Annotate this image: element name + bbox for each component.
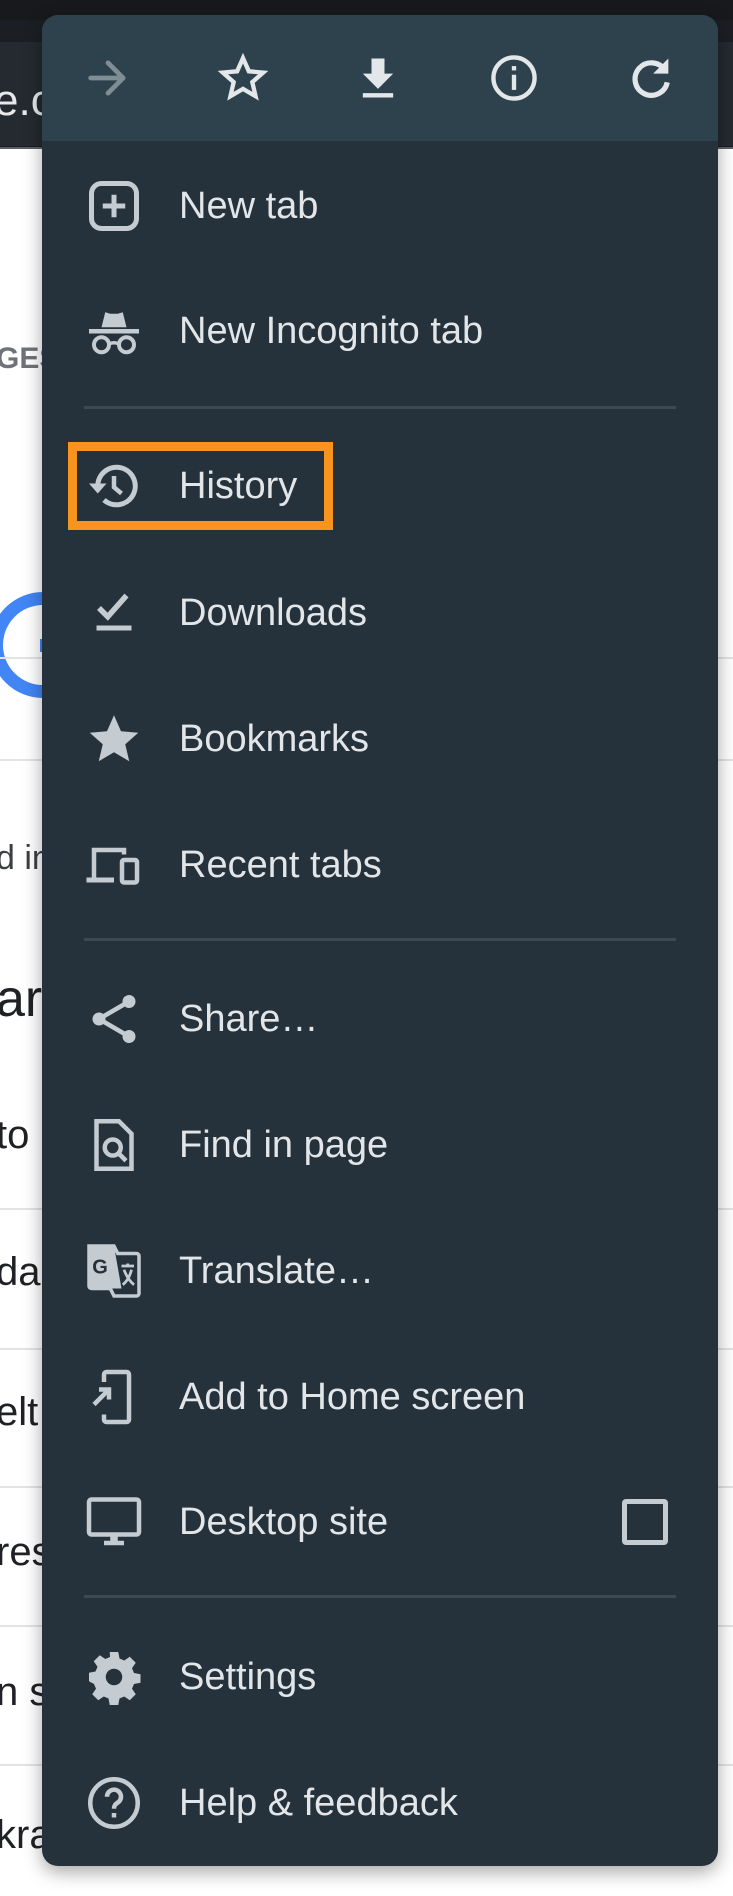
- menu-header-row: [42, 15, 718, 141]
- menu-item-label: Find in page: [179, 1124, 389, 1166]
- menu-item-label: Translate…: [179, 1250, 374, 1292]
- help-icon: [88, 1777, 140, 1829]
- page-heading: ar: [0, 970, 43, 1028]
- plus-box-icon: [89, 181, 139, 231]
- refresh-icon: [632, 58, 670, 98]
- menu-item-share[interactable]: Share…: [42, 956, 718, 1082]
- history-icon: [89, 464, 138, 508]
- monitor-icon: [86, 1497, 142, 1546]
- page-text[interactable]: to: [0, 1112, 29, 1158]
- menu-item-new-incognito-tab[interactable]: New Incognito tab: [42, 268, 718, 394]
- forward-button[interactable]: [78, 48, 138, 108]
- menu-item-find-in-page[interactable]: Find in page: [42, 1082, 718, 1208]
- menu-item-label: New Incognito tab: [179, 310, 484, 352]
- menu-item-new-tab[interactable]: New tab: [42, 143, 718, 269]
- menu-item-label: History: [179, 465, 298, 507]
- menu-item-label: Settings: [179, 1656, 317, 1698]
- devices-icon: [86, 847, 140, 885]
- menu-divider: [84, 1595, 676, 1598]
- star-outline-icon: [217, 52, 269, 101]
- svg-text:G: G: [92, 1257, 108, 1279]
- info-icon: [491, 55, 537, 101]
- menu-item-add-to-home-screen[interactable]: Add to Home screen: [42, 1334, 718, 1460]
- chrome-overflow-menu: New tab New Incognito tab History Downlo…: [42, 15, 718, 1866]
- page-text[interactable]: elt: [0, 1389, 38, 1435]
- menu-item-label: Recent tabs: [179, 844, 382, 886]
- menu-divider: [84, 938, 676, 941]
- menu-item-desktop-site[interactable]: Desktop site: [42, 1459, 718, 1585]
- share-icon: [92, 995, 136, 1043]
- find-in-page-icon: [94, 1119, 134, 1171]
- menu-item-history[interactable]: History: [42, 423, 718, 549]
- incognito-icon: [89, 312, 139, 355]
- gear-icon: [89, 1652, 141, 1705]
- desktop-site-checkbox[interactable]: [622, 1499, 668, 1545]
- menu-item-bookmarks[interactable]: Bookmarks: [42, 676, 718, 802]
- add-to-home-icon: [92, 1369, 132, 1425]
- menu-divider: [84, 406, 676, 409]
- menu-item-label: New tab: [179, 185, 319, 227]
- menu-item-label: Bookmarks: [179, 718, 370, 760]
- menu-item-label: Desktop site: [179, 1501, 389, 1543]
- menu-item-help-feedback[interactable]: Help & feedback: [42, 1740, 718, 1866]
- bookmark-page-button[interactable]: [213, 48, 273, 108]
- page-text[interactable]: da: [0, 1249, 41, 1295]
- download-done-icon: [96, 593, 132, 631]
- menu-item-label: Share…: [179, 998, 319, 1040]
- refresh-button[interactable]: [621, 48, 681, 108]
- forward-arrow-icon: [88, 60, 126, 96]
- menu-item-downloads[interactable]: Downloads: [42, 550, 718, 676]
- menu-item-label: Help & feedback: [179, 1782, 458, 1824]
- translate-icon: G: [87, 1244, 141, 1298]
- menu-item-translate[interactable]: G Translate…: [42, 1208, 718, 1334]
- menu-item-recent-tabs[interactable]: Recent tabs: [42, 802, 718, 928]
- menu-item-label: Add to Home screen: [179, 1376, 526, 1418]
- page-info-button[interactable]: [484, 48, 544, 108]
- star-icon: [89, 715, 139, 762]
- download-icon: [362, 58, 394, 98]
- menu-item-label: Downloads: [179, 592, 367, 634]
- download-page-button[interactable]: [348, 48, 408, 108]
- menu-item-settings[interactable]: Settings: [42, 1614, 718, 1740]
